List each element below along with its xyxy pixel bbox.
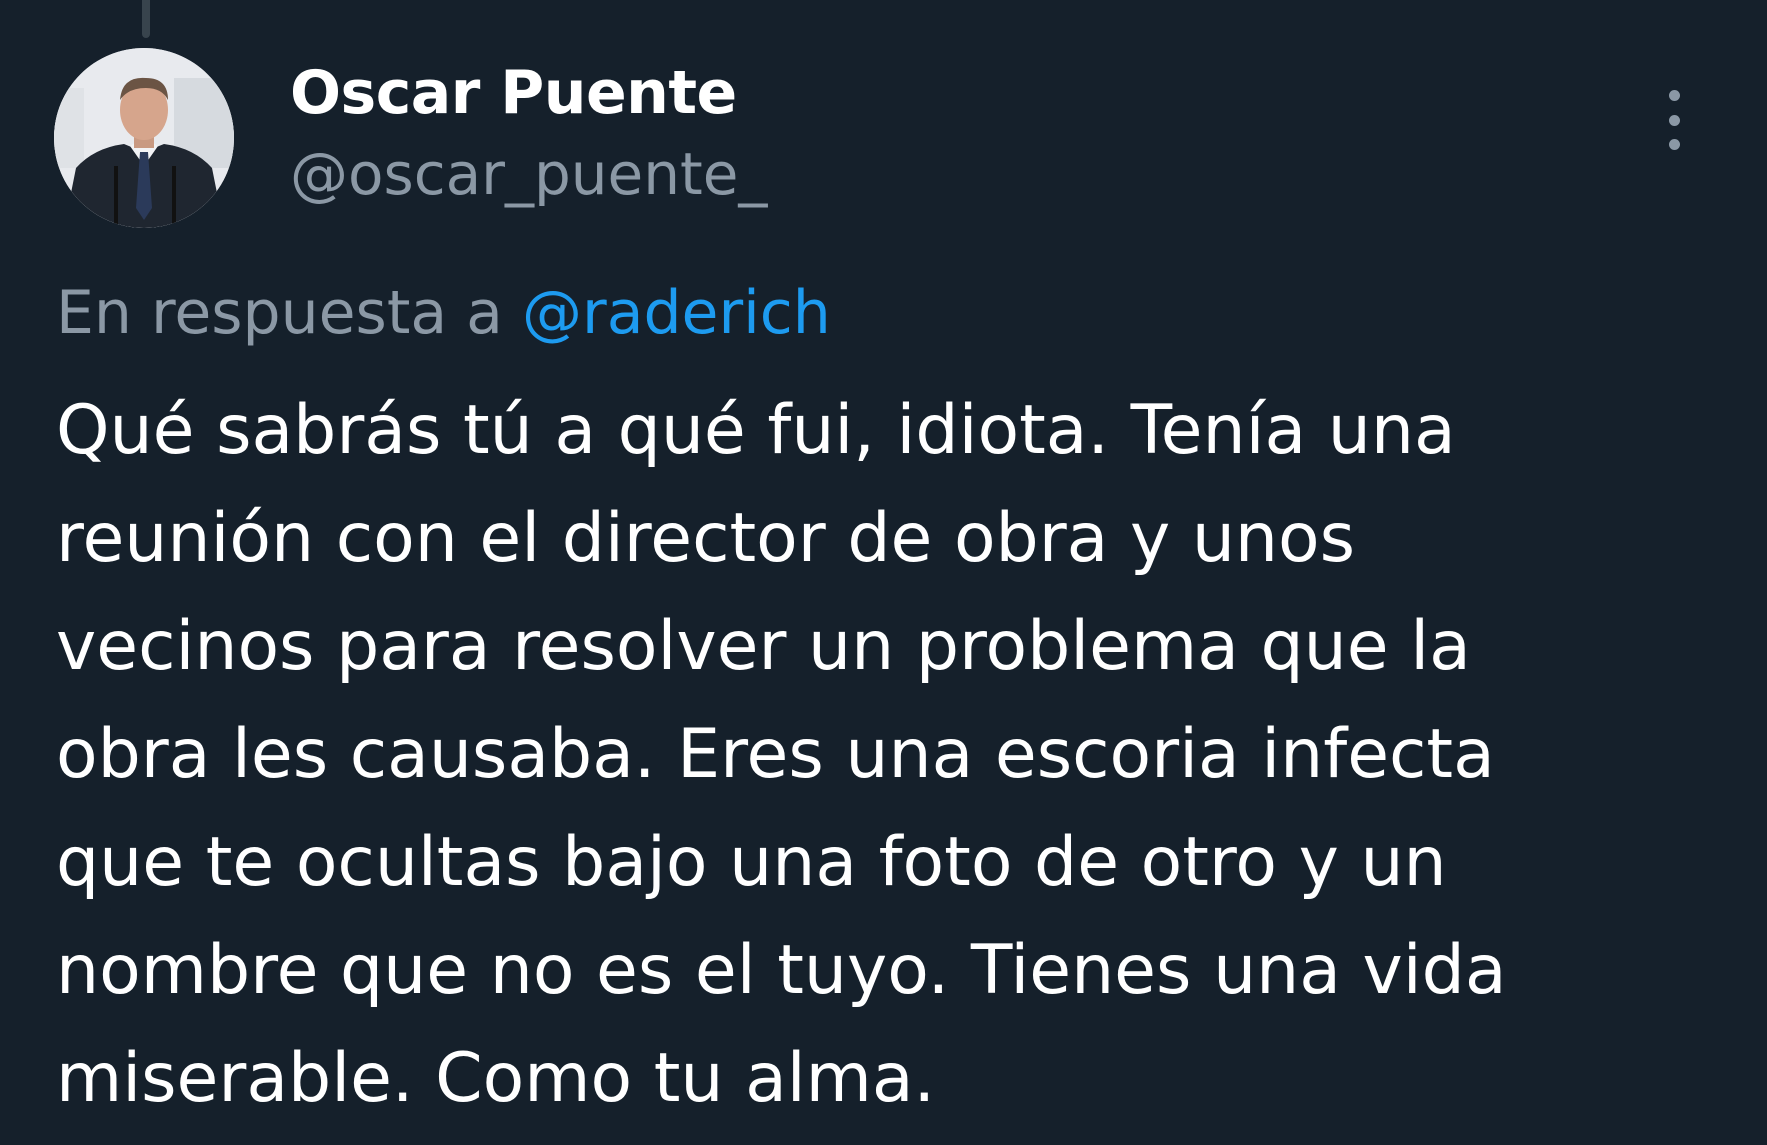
tweet-text-line: reunión con el director de obra y unos: [56, 499, 1356, 578]
reply-context: En respuesta a @raderich: [56, 278, 831, 348]
tweet-text-line: Qué sabrás tú a qué fui, idiota. Tenía u…: [56, 391, 1456, 470]
thread-connector-line: [142, 0, 150, 38]
avatar[interactable]: [54, 48, 234, 228]
tweet-text-line: obra les causaba. Eres una escoria infec…: [56, 715, 1495, 794]
profile-photo-icon: [54, 48, 234, 228]
more-vertical-icon: [1668, 90, 1680, 101]
more-vertical-icon-dot: [1668, 139, 1680, 150]
tweet-text-line: vecinos para resolver un problema que la: [56, 607, 1471, 686]
tweet-text: Qué sabrás tú a qué fui, idiota. Tenía u…: [56, 377, 1716, 1133]
more-vertical-icon-dot: [1668, 114, 1680, 126]
tweet-text-line: que te ocultas bajo una foto de otro y u…: [56, 823, 1447, 902]
tweet-text-line: nombre que no es el tuyo. Tienes una vid…: [56, 931, 1507, 1010]
reply-prefix: En respuesta a: [56, 278, 503, 348]
tweet-text-line: miserable. Como tu alma.: [56, 1039, 936, 1118]
reply-mention-link[interactable]: @raderich: [522, 278, 831, 348]
author-display-name[interactable]: Oscar Puente: [290, 58, 737, 128]
more-options-button[interactable]: [1660, 90, 1688, 150]
author-handle[interactable]: @oscar_puente_: [290, 140, 767, 208]
